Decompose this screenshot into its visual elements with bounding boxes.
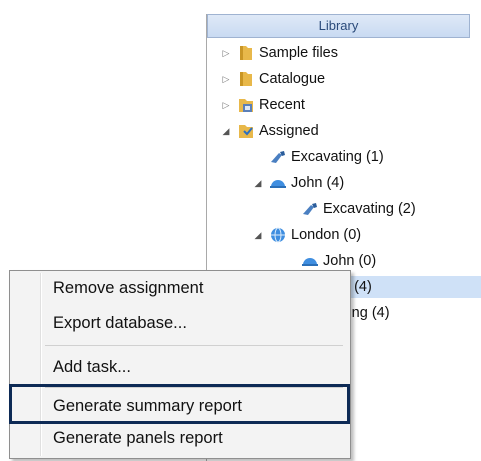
- tree-item-sample-files[interactable]: ▷ Sample files: [207, 42, 477, 64]
- menu-item-add-task[interactable]: Add task...: [12, 353, 346, 381]
- folder-icon: [240, 46, 252, 60]
- menu-item-remove-assignment[interactable]: Remove assignment: [12, 274, 346, 302]
- menu-separator: [45, 345, 343, 346]
- tree-item-label: Catalogue: [259, 71, 326, 87]
- assigned-folder-icon: [239, 125, 253, 138]
- tree-item-recent[interactable]: ▷ Recent: [207, 94, 477, 116]
- excavator-icon: [271, 151, 285, 163]
- menu-item-label: Remove assignment: [53, 279, 204, 297]
- tree-item-excavating-2[interactable]: Excavating (2): [207, 198, 477, 220]
- tree-item-partial[interactable]: lling (4): [337, 302, 481, 324]
- globe-icon: [271, 227, 285, 243]
- menu-item-export-database[interactable]: Export database...: [12, 309, 346, 337]
- tree-item-label: John (4): [291, 175, 345, 191]
- tree-item-label: Assigned: [259, 123, 319, 139]
- menu-item-label: Add task...: [53, 358, 131, 376]
- tree-item-excavating-1[interactable]: Excavating (1): [207, 146, 477, 168]
- expand-arrow-icon[interactable]: ▷: [221, 48, 231, 59]
- menu-item-generate-panels-report[interactable]: Generate panels report: [12, 424, 346, 452]
- folder-icon: [240, 72, 252, 86]
- tree-item-label: London (0): [291, 227, 362, 243]
- tree-item-label: Excavating (1): [291, 149, 384, 165]
- expand-arrow-icon[interactable]: ▷: [221, 100, 231, 111]
- menu-item-label: Export database...: [53, 314, 187, 332]
- collapse-arrow-icon[interactable]: ◢: [221, 126, 231, 137]
- tree-item-john-0[interactable]: John (0): [207, 250, 477, 272]
- menu-item-label: Generate panels report: [53, 429, 223, 447]
- context-menu: Remove assignment Export database... Add…: [9, 270, 351, 459]
- tree-item-assigned[interactable]: ◢ Assigned: [207, 120, 477, 142]
- recent-folder-icon: [239, 99, 253, 112]
- highlight-box: [9, 384, 350, 424]
- tree-item-john-4[interactable]: ◢ John (4): [207, 172, 477, 194]
- hardhat-icon: [270, 180, 286, 188]
- hardhat-icon: [302, 258, 318, 266]
- tree-item-selected[interactable]: u (4): [337, 276, 481, 298]
- excavator-icon: [303, 203, 317, 215]
- collapse-arrow-icon[interactable]: ◢: [253, 230, 263, 241]
- tree-item-label: Excavating (2): [323, 201, 416, 217]
- library-header[interactable]: Library: [207, 14, 470, 38]
- tree-item-label: John (0): [323, 253, 377, 269]
- tree-item-label: Sample files: [259, 45, 338, 61]
- tree-item-catalogue[interactable]: ▷ Catalogue: [207, 68, 477, 90]
- collapse-arrow-icon[interactable]: ◢: [253, 178, 263, 189]
- expand-arrow-icon[interactable]: ▷: [221, 74, 231, 85]
- tree-item-label: Recent: [259, 97, 305, 113]
- tree-item-london-0[interactable]: ◢ London (0): [207, 224, 477, 246]
